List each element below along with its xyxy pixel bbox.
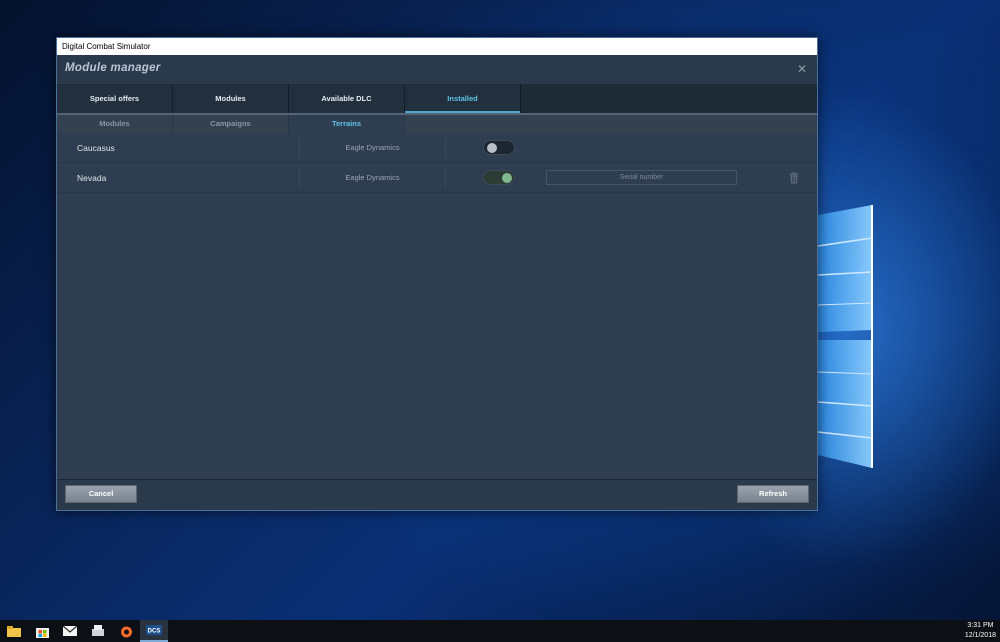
- subtab-campaigns[interactable]: Campaigns: [173, 115, 289, 133]
- terrain-enable-toggle[interactable]: [483, 140, 515, 155]
- module-manager-header: Module manager ✕: [57, 55, 817, 85]
- clock-date: 12/1/2018: [964, 632, 996, 639]
- terrain-vendor: Eagle Dynamics: [345, 173, 400, 182]
- terrain-row-caucasus: Caucasus Eagle Dynamics: [57, 133, 817, 163]
- terrain-enable-toggle[interactable]: [483, 170, 515, 185]
- clock-time: 3:31 PM: [967, 622, 994, 629]
- cancel-button[interactable]: Cancel: [65, 485, 137, 503]
- tab-special-offers[interactable]: Special offers: [57, 85, 173, 113]
- subtab-bar-fill: [405, 115, 817, 133]
- subtab-modules[interactable]: Modules: [57, 115, 173, 133]
- trash-icon[interactable]: [789, 172, 799, 184]
- dialog-footer: Cancel Refresh: [57, 479, 817, 510]
- tab-modules[interactable]: Modules: [173, 85, 289, 113]
- toggle-knob: [502, 173, 512, 183]
- terrain-name: Caucasus: [77, 143, 115, 153]
- column-divider: [445, 168, 446, 188]
- serial-number-input[interactable]: Serial number: [546, 170, 737, 185]
- tab-bar-fill: [521, 85, 817, 113]
- dcs-window: Digital Combat Simulator Module manager …: [56, 37, 818, 511]
- column-divider: [445, 138, 446, 158]
- system-clock[interactable]: 3:31 PM 12/1/2018: [965, 621, 996, 641]
- tab-installed[interactable]: Installed: [405, 85, 521, 113]
- dcs-icon[interactable]: DCS: [140, 620, 168, 642]
- file-explorer-icon[interactable]: [0, 620, 28, 642]
- tab-available-dlc[interactable]: Available DLC: [289, 85, 405, 113]
- module-manager-title: Module manager: [65, 62, 161, 74]
- scanner-icon[interactable]: [84, 620, 112, 642]
- store-icon[interactable]: [28, 620, 56, 642]
- terrain-vendor: Eagle Dynamics: [345, 143, 400, 152]
- subtab-terrains[interactable]: Terrains: [289, 115, 405, 133]
- toggle-knob: [487, 143, 497, 153]
- close-icon[interactable]: ✕: [795, 62, 809, 76]
- origin-icon[interactable]: [112, 620, 140, 642]
- terrain-row-nevada: Nevada Eagle Dynamics Serial number: [57, 163, 817, 193]
- refresh-button[interactable]: Refresh: [737, 485, 809, 503]
- window-titlebar: Digital Combat Simulator: [57, 38, 817, 55]
- mail-icon[interactable]: [56, 620, 84, 642]
- terrain-list: Caucasus Eagle Dynamics Nevada Eagle Dyn…: [57, 133, 817, 193]
- taskbar: DCS 3:31 PM 12/1/2018: [0, 620, 1000, 642]
- main-tabs: Special offers Modules Available DLC Ins…: [57, 85, 817, 113]
- svg-text:DCS: DCS: [148, 629, 161, 635]
- sub-tabs: Modules Campaigns Terrains: [57, 113, 817, 133]
- terrain-name: Nevada: [77, 173, 107, 183]
